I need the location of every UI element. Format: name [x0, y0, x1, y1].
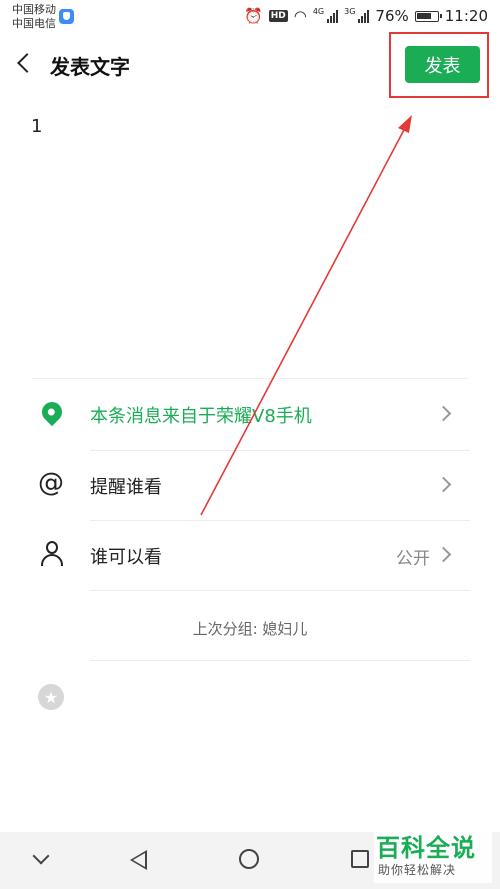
watermark-main: 百科全说 [376, 834, 476, 862]
watermark-sub: 助你轻松解决 [378, 863, 457, 877]
annotation-arrow [200, 115, 412, 516]
nav-home-icon[interactable] [239, 849, 259, 869]
nav-down-icon[interactable] [32, 847, 50, 865]
nav-back-icon[interactable] [130, 850, 147, 870]
watermark: 百科全说 助你轻松解决 [374, 828, 492, 883]
nav-recent-icon[interactable] [351, 850, 369, 868]
